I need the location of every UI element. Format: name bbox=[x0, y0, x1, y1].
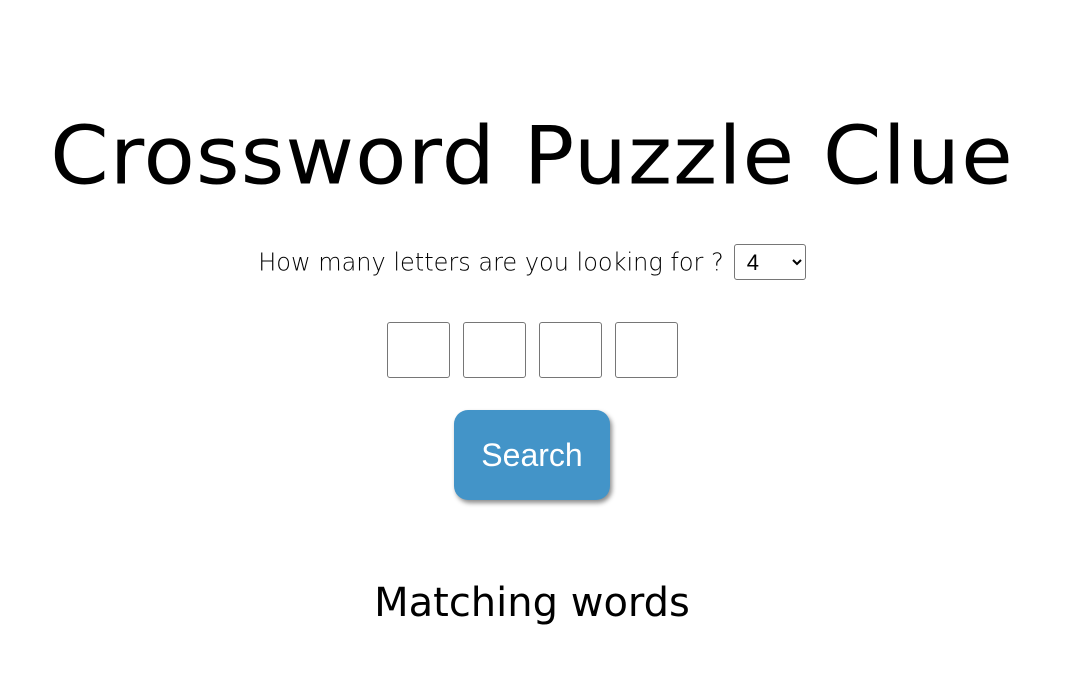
letter-count-label: How many letters are you looking for ? bbox=[258, 247, 724, 277]
letter-boxes bbox=[0, 322, 1064, 378]
page-title: Crossword Puzzle Clue bbox=[50, 109, 1014, 203]
letter-count-row: How many letters are you looking for ? 4 bbox=[0, 244, 1064, 280]
letter-count-select[interactable]: 4 bbox=[733, 244, 806, 280]
letter-box-2[interactable] bbox=[462, 322, 526, 378]
letter-box-3[interactable] bbox=[538, 322, 602, 378]
matching-words-heading: Matching words bbox=[374, 580, 690, 627]
letter-box-1[interactable] bbox=[386, 322, 450, 378]
letter-box-4[interactable] bbox=[614, 322, 678, 378]
search-button[interactable]: Search bbox=[454, 410, 610, 500]
